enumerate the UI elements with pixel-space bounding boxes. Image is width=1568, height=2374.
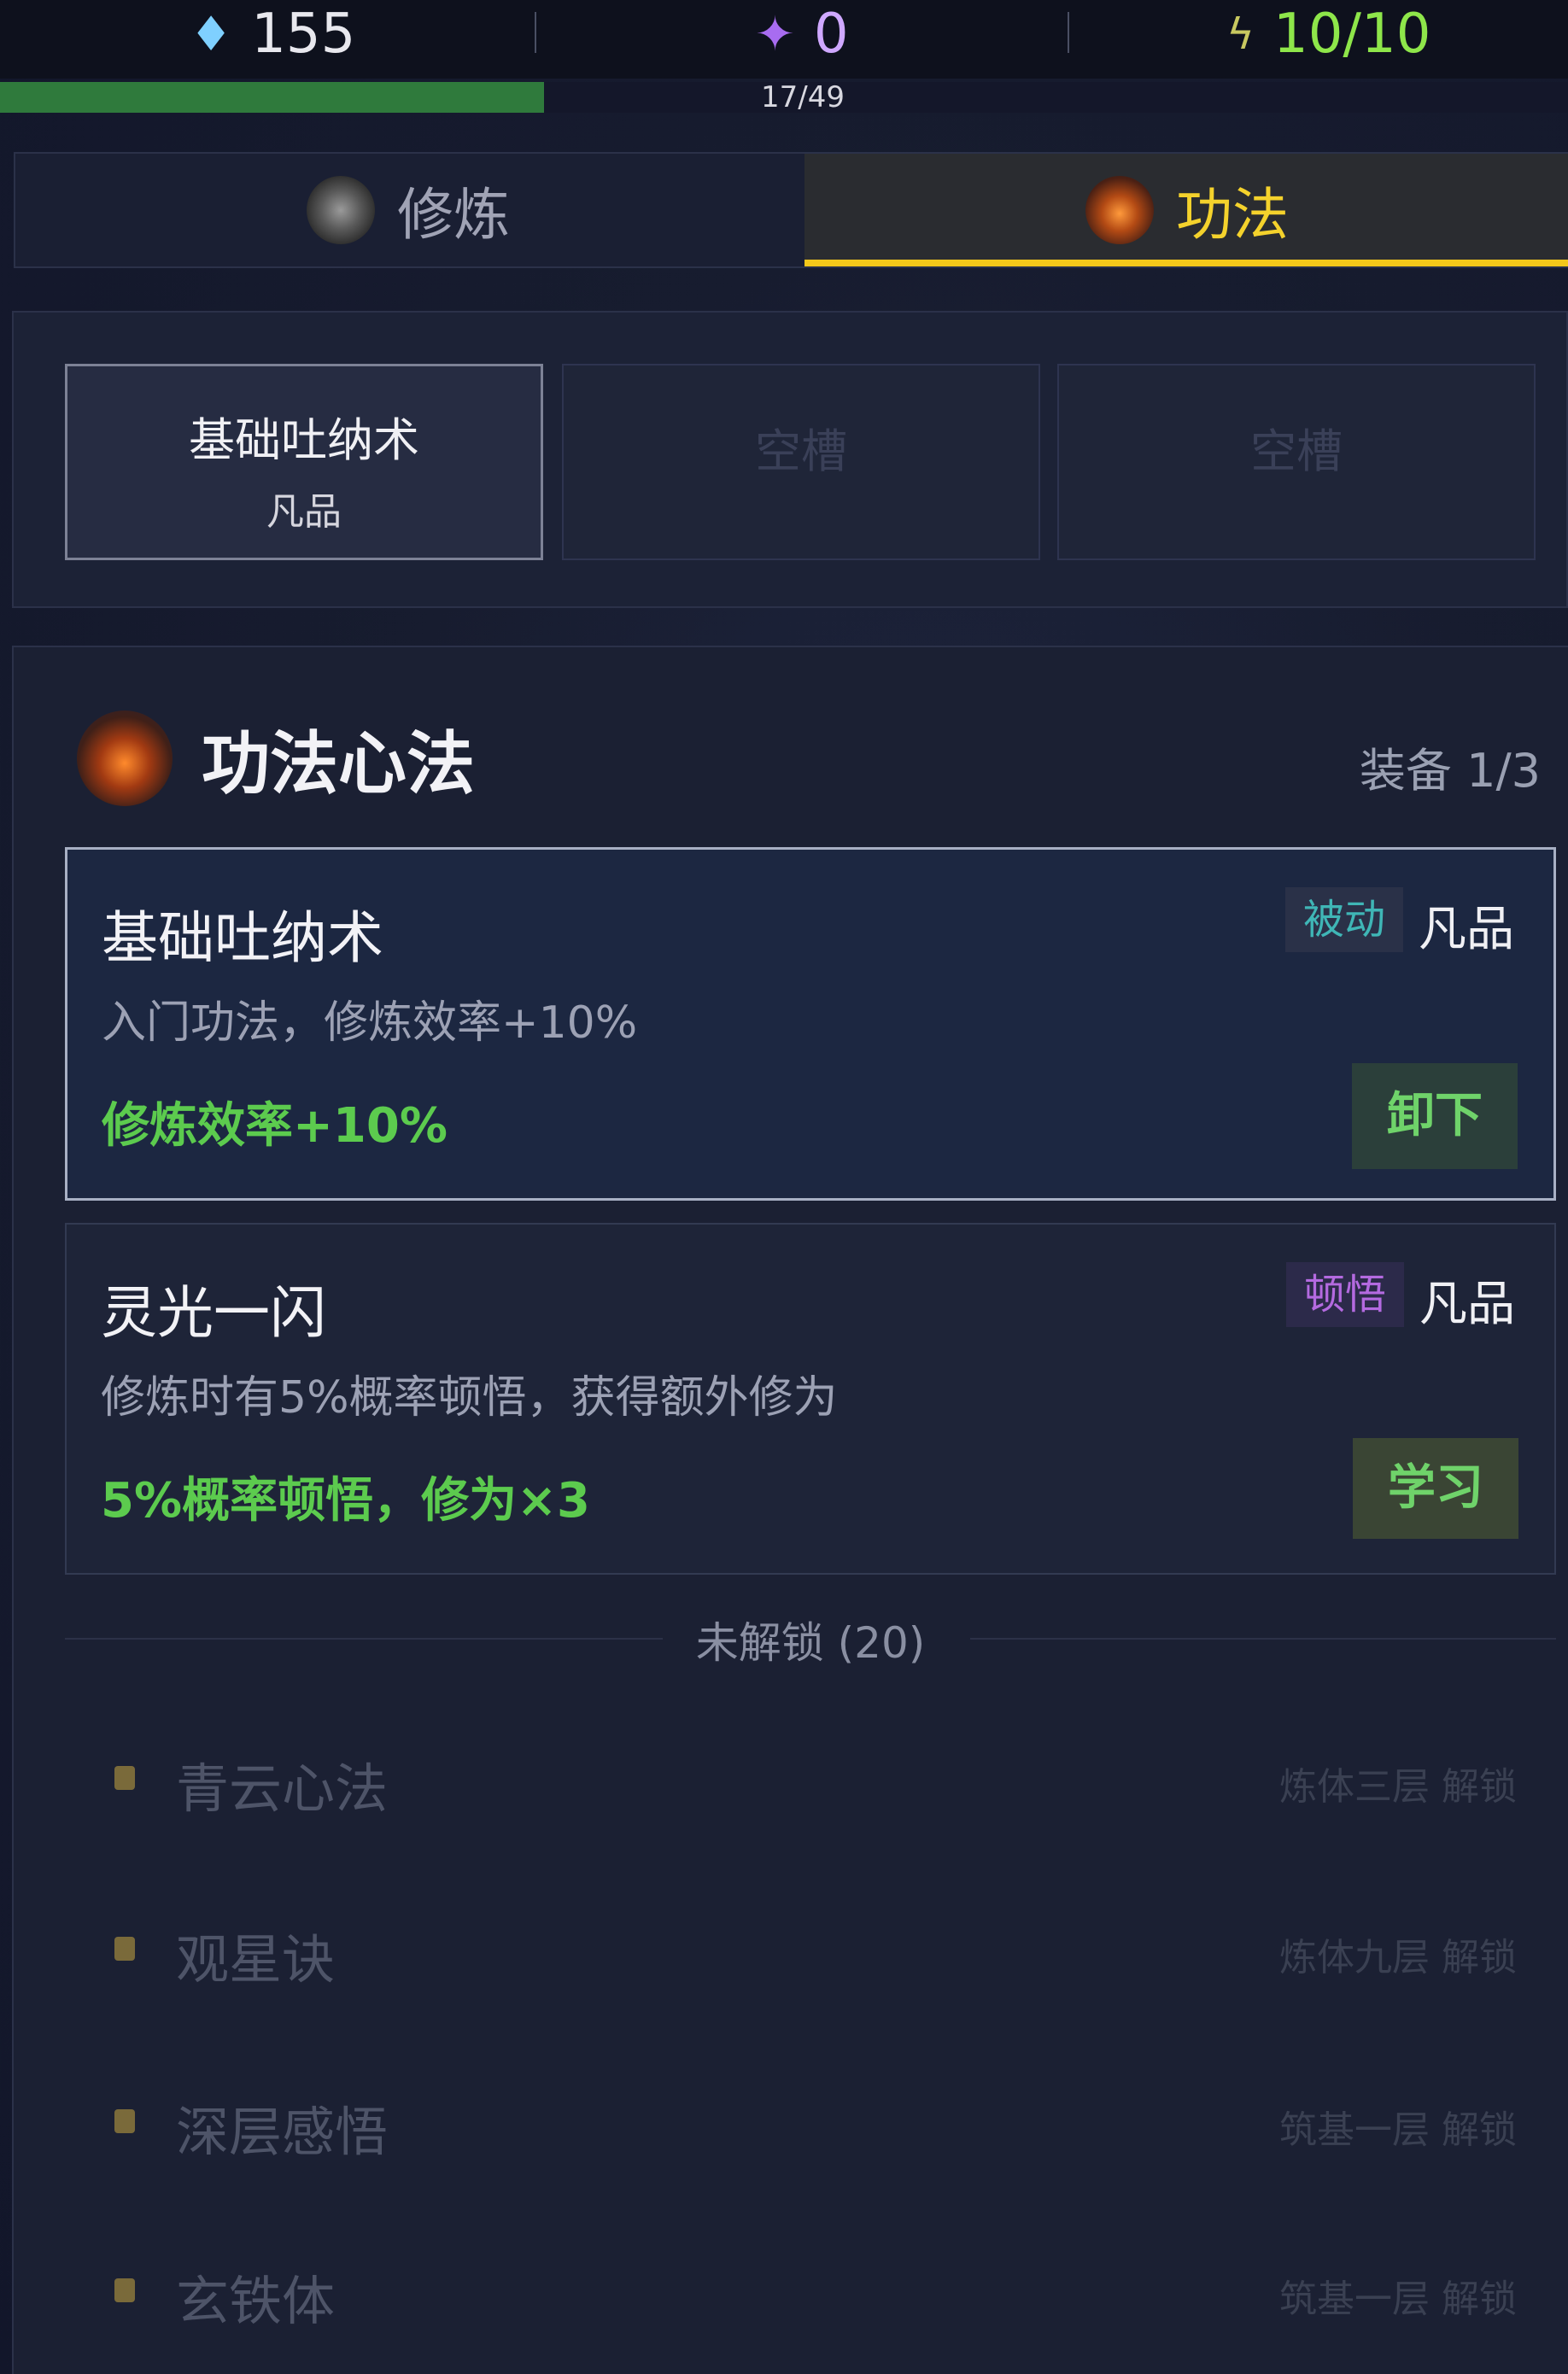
locked-technique-item[interactable]: 观星诀 炼体九层 解锁 (65, 1897, 1556, 2000)
lock-icon (114, 1937, 135, 1961)
divider (535, 12, 536, 53)
technique-grade: 凡品 (1419, 902, 1514, 957)
lock-icon (114, 1766, 135, 1790)
lock-icon (114, 2278, 135, 2302)
unlock-requirement: 筑基一层 解锁 (1279, 2108, 1517, 2152)
equip-slot-3[interactable]: 空槽 (1057, 364, 1536, 560)
blue-crystal-icon: ♦ (190, 6, 233, 62)
panel-title: 功法心法 (202, 724, 475, 804)
unequip-button[interactable]: 卸下 (1352, 1063, 1518, 1169)
spirit-stone-counter: ♦ 155 (190, 0, 355, 68)
technique-effect: 5%概率顿悟，修为×3 (101, 1473, 590, 1529)
active-tab-indicator (804, 260, 1568, 266)
unlock-requirement: 炼体九层 解锁 (1279, 1936, 1517, 1979)
locked-section-divider: 未解锁 (20) (65, 1604, 1556, 1672)
technique-card-equipped[interactable]: 基础吐纳术 被动 凡品 入门功法，修炼效率+10% 修炼效率+10% 卸下 (65, 847, 1556, 1201)
purple-crystal-value: 0 (813, 3, 849, 66)
technique-card[interactable]: 灵光一闪 顿悟 凡品 修炼时有5%概率顿悟，获得额外修为 5%概率顿悟，修为×3… (65, 1223, 1556, 1575)
cultivation-progress-bar: 17/49 (0, 82, 1568, 113)
technique-type-badge: 被动 (1285, 887, 1403, 952)
locked-technique-name: 青云心法 (176, 1757, 389, 1820)
lightning-icon: ϟ (1226, 9, 1255, 59)
equip-slot-1[interactable]: 基础吐纳术 凡品 (65, 364, 543, 560)
tab-label: 修炼 (397, 182, 510, 248)
technique-type-badge: 顿悟 (1286, 1262, 1404, 1327)
fire-orb-icon (77, 710, 173, 806)
resource-bar: ♦ 155 ✦ 0 ϟ 10/10 (0, 0, 1568, 79)
locked-technique-name: 观星诀 (176, 1928, 336, 1991)
equip-count: 装备 1/3 (1359, 744, 1541, 798)
lock-icon (114, 2109, 135, 2133)
locked-technique-name: 深层感悟 (176, 2101, 389, 2163)
equip-slots-panel: 基础吐纳术 凡品 空槽 空槽 (12, 311, 1568, 608)
slot-technique-name: 基础吐纳术 (189, 413, 419, 467)
technique-name: 基础吐纳术 (102, 905, 383, 971)
equip-slot-2[interactable]: 空槽 (562, 364, 1040, 560)
technique-effect: 修炼效率+10% (102, 1098, 448, 1154)
locked-technique-name: 玄铁体 (176, 2270, 336, 2332)
unlock-requirement: 炼体三层 解锁 (1279, 1765, 1517, 1809)
locked-technique-item[interactable]: 青云心法 炼体三层 解锁 (65, 1727, 1556, 1829)
technique-description: 入门功法，修炼效率+10% (102, 997, 638, 1049)
empty-slot-label: 空槽 (1250, 424, 1343, 478)
tab-cultivate[interactable]: 修炼 (15, 154, 801, 266)
technique-name: 灵光一闪 (101, 1280, 326, 1346)
empty-slot-label: 空槽 (755, 424, 847, 478)
unlock-requirement: 筑基一层 解锁 (1279, 2278, 1517, 2321)
fire-orb-icon (1085, 176, 1154, 244)
main-tabs: 修炼 功法 (14, 152, 1568, 268)
locked-count-label: 未解锁 (20) (695, 1618, 926, 1668)
purple-crystal-counter: ✦ 0 (755, 0, 849, 68)
technique-description: 修炼时有5%概率顿悟，获得额外修为 (101, 1372, 838, 1424)
energy-value: 10/10 (1273, 3, 1431, 66)
locked-technique-item[interactable]: 玄铁体 筑基一层 解锁 (65, 2239, 1556, 2342)
progress-text: 17/49 (761, 80, 845, 114)
divider (1068, 12, 1069, 53)
learn-button[interactable]: 学习 (1353, 1438, 1518, 1539)
tab-label: 功法 (1176, 182, 1289, 248)
tab-techniques[interactable]: 功法 (804, 154, 1568, 266)
spirit-stone-value: 155 (251, 3, 356, 66)
energy-counter: ϟ 10/10 (1226, 0, 1431, 68)
locked-technique-item[interactable]: 深层感悟 筑基一层 解锁 (65, 2070, 1556, 2172)
techniques-panel: 功法心法 装备 1/3 基础吐纳术 被动 凡品 入门功法，修炼效率+10% 修炼… (12, 646, 1568, 2374)
cultivate-orb-icon (307, 176, 375, 244)
slot-technique-grade: 凡品 (266, 490, 342, 534)
purple-star-icon: ✦ (755, 6, 795, 62)
panel-header: 功法心法 (77, 707, 475, 810)
technique-grade: 凡品 (1419, 1277, 1515, 1332)
